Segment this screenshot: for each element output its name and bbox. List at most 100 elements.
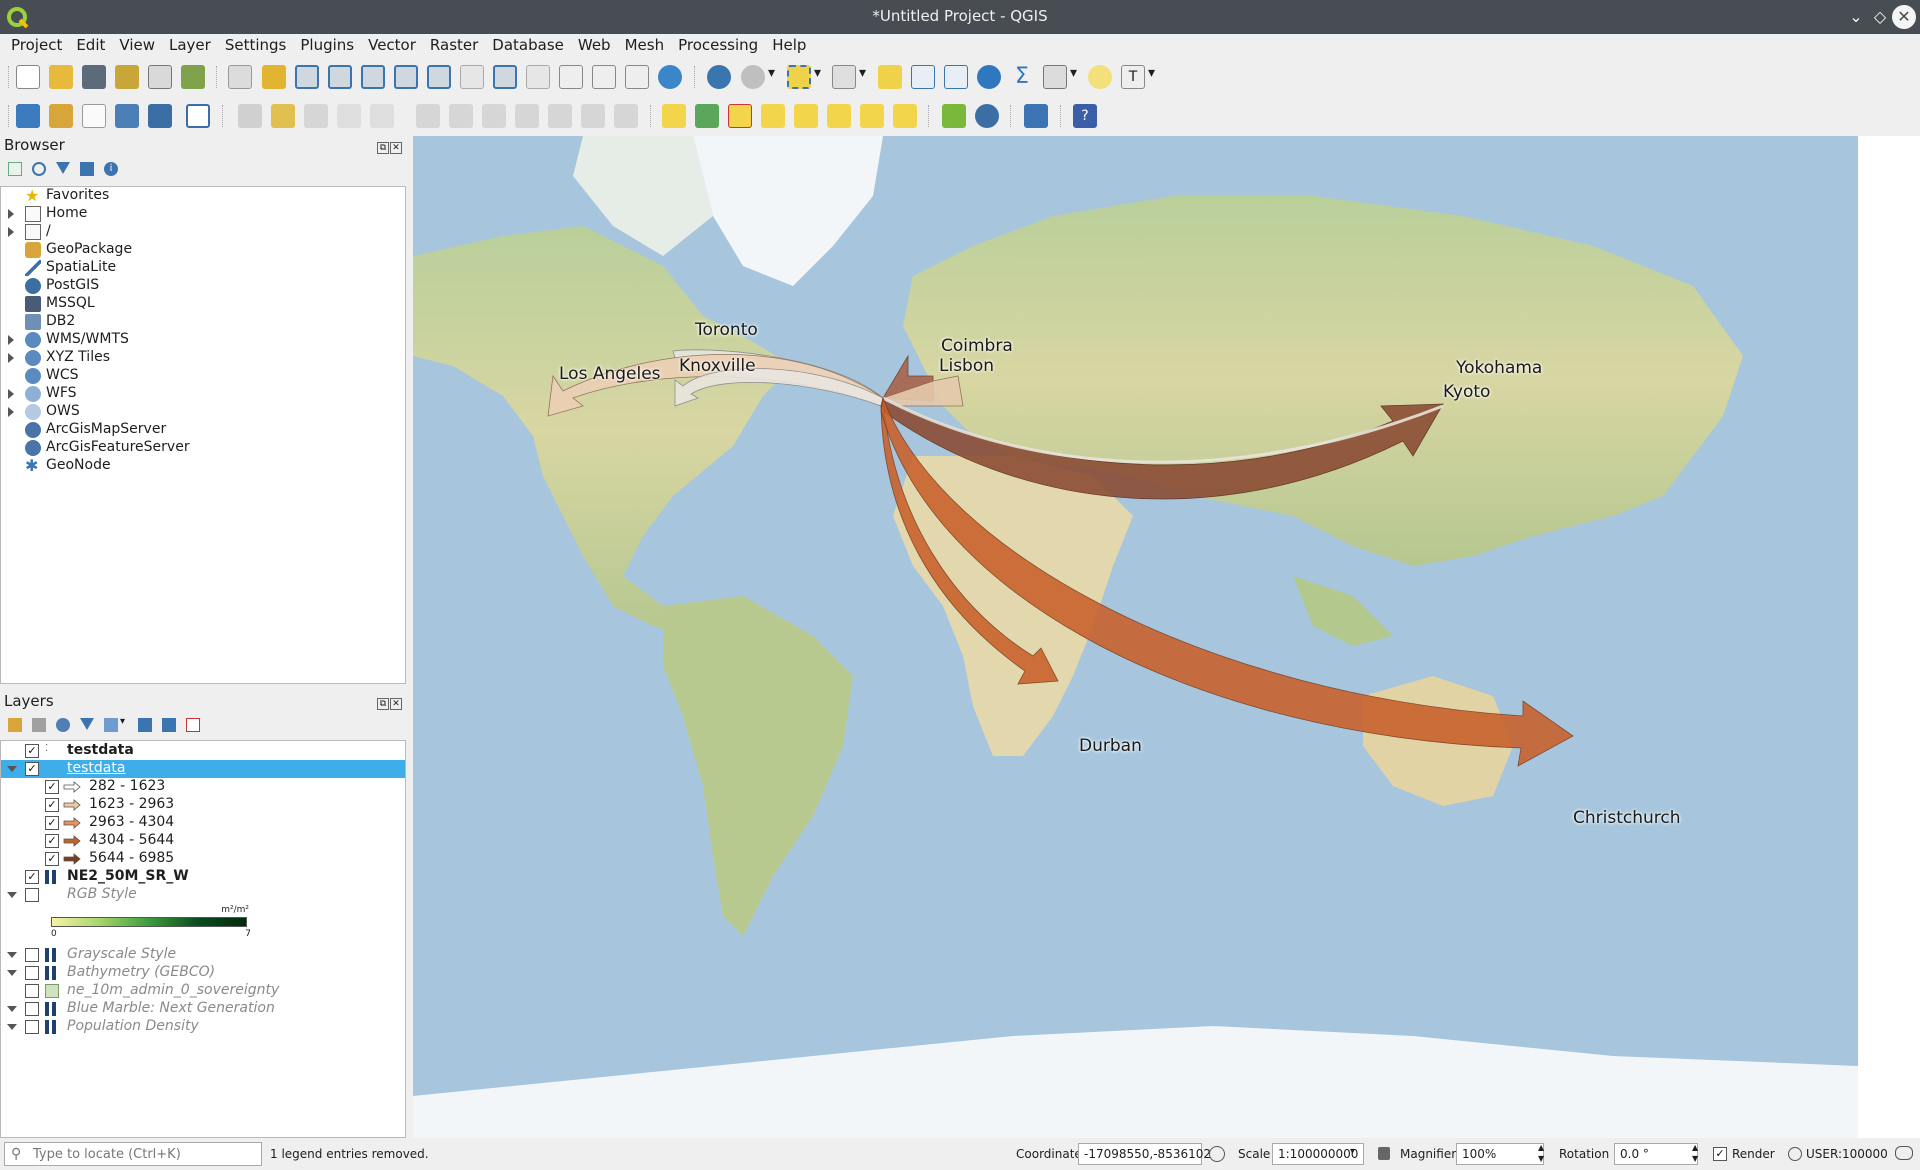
menu-database[interactable]: Database	[485, 34, 571, 58]
class-visibility-checkbox[interactable]: ✓	[45, 852, 59, 866]
zoom-selection-icon[interactable]	[394, 65, 418, 89]
zoom-layer-icon[interactable]	[427, 65, 451, 89]
properties-info-icon[interactable]: i	[104, 162, 118, 176]
menu-mesh[interactable]: Mesh	[618, 34, 672, 58]
expand-arrow-icon[interactable]	[8, 335, 14, 345]
processing-toolbox-icon[interactable]	[977, 65, 1001, 89]
expand-arrow-icon[interactable]	[8, 389, 14, 399]
change-label-icon[interactable]	[893, 104, 917, 128]
scale-dropdown-icon[interactable]: ▾	[1350, 1146, 1355, 1157]
class-visibility-checkbox[interactable]: ✓	[45, 798, 59, 812]
menu-help[interactable]: Help	[765, 34, 813, 58]
collapse-arrow-icon[interactable]	[7, 970, 17, 976]
legend-class-3[interactable]: ✓ 2963 - 4304	[1, 814, 405, 832]
vertex-tool-icon[interactable]	[370, 104, 394, 128]
undo-icon[interactable]	[581, 104, 605, 128]
zoom-out-icon[interactable]	[328, 65, 352, 89]
pan-to-selection-icon[interactable]	[262, 65, 286, 89]
new-project-icon[interactable]	[16, 65, 40, 89]
annotation-dropdown-icon[interactable]: ▾	[1148, 65, 1158, 89]
menu-view[interactable]: View	[112, 34, 162, 58]
new-geopackage-layer-icon[interactable]	[49, 104, 73, 128]
select-by-value-dropdown-icon[interactable]: ▾	[859, 65, 869, 89]
expand-arrow-icon[interactable]	[8, 227, 14, 237]
crs-label[interactable]: USER:100000	[1806, 1147, 1888, 1161]
menu-layer[interactable]: Layer	[162, 34, 218, 58]
maximize-icon[interactable]: ◇	[1868, 5, 1892, 29]
layer-visibility-checkbox[interactable]	[25, 888, 39, 902]
collapse-arrow-icon[interactable]	[7, 1006, 17, 1012]
menu-plugins[interactable]: Plugins	[293, 34, 361, 58]
browser-item-postgis[interactable]: PostGIS	[1, 277, 405, 295]
data-source-manager-icon[interactable]	[16, 104, 40, 128]
cut-features-icon[interactable]	[482, 104, 506, 128]
field-calculator-icon[interactable]	[944, 65, 968, 89]
layer-population-density[interactable]: Population Density	[1, 1018, 405, 1036]
zoom-in-icon[interactable]	[295, 65, 319, 89]
filter-expression-icon[interactable]	[104, 718, 118, 732]
python-console-icon[interactable]	[1024, 104, 1048, 128]
layer-ne2-50m[interactable]: ✓ NE2_50M_SR_W	[1, 868, 405, 886]
filter-browser-icon[interactable]	[56, 162, 70, 174]
browser-item-geopackage[interactable]: GeoPackage	[1, 241, 405, 259]
select-features-icon[interactable]	[787, 65, 811, 89]
layer-visibility-checkbox[interactable]	[25, 966, 39, 980]
new-virtual-layer-icon[interactable]	[186, 104, 210, 128]
remove-layer-icon[interactable]	[186, 718, 200, 732]
layer-visibility-checkbox[interactable]: ✓	[25, 744, 39, 758]
magnifier-field[interactable]: 100%	[1456, 1143, 1544, 1165]
collapse-all-icon[interactable]	[162, 718, 176, 732]
zoom-last-icon[interactable]	[493, 65, 517, 89]
layer-grayscale-style[interactable]: Grayscale Style	[1, 946, 405, 964]
expand-all-icon[interactable]	[138, 718, 152, 732]
collapse-all-icon[interactable]	[80, 162, 94, 176]
new-map-view-icon[interactable]	[559, 65, 583, 89]
delete-selected-icon[interactable]	[449, 104, 473, 128]
style-panel-icon[interactable]	[8, 718, 22, 732]
metasearch-icon[interactable]	[975, 104, 999, 128]
layer-admin-sovereignty[interactable]: ne_10m_admin_0_sovereignty	[1, 982, 405, 1000]
rotate-label-icon[interactable]	[860, 104, 884, 128]
layer-visibility-checkbox[interactable]	[25, 948, 39, 962]
rotation-field[interactable]: 0.0 °	[1614, 1143, 1698, 1165]
save-edits-icon[interactable]	[304, 104, 328, 128]
crs-globe-icon[interactable]	[1788, 1147, 1802, 1161]
toggle-extents-icon[interactable]	[1209, 1146, 1225, 1162]
browser-item-favorites[interactable]: ★ Favorites	[1, 187, 405, 205]
locator-input[interactable]: ⚲ Type to locate (Ctrl+K)	[4, 1142, 262, 1166]
copy-features-icon[interactable]	[515, 104, 539, 128]
map-tips-icon[interactable]	[1088, 65, 1112, 89]
browser-item-db2[interactable]: DB2	[1, 313, 405, 331]
redo-icon[interactable]	[614, 104, 638, 128]
browser-item-wcs[interactable]: WCS	[1, 367, 405, 385]
browser-item-spatialite[interactable]: SpatiaLite	[1, 259, 405, 277]
add-selected-icon[interactable]	[8, 162, 22, 176]
toggle-editing-icon[interactable]	[271, 104, 295, 128]
filter-dropdown-icon[interactable]: ▾	[120, 716, 125, 727]
menu-processing[interactable]: Processing	[671, 34, 765, 58]
save-as-icon[interactable]	[115, 65, 139, 89]
print-layout-icon[interactable]	[148, 65, 172, 89]
legend-class-1[interactable]: ✓ 282 - 1623	[1, 778, 405, 796]
layer-rgb-style[interactable]: RGB Style	[1, 886, 405, 904]
zoom-full-icon[interactable]	[361, 65, 385, 89]
layer-visibility-checkbox[interactable]: ✓	[25, 762, 39, 776]
new-temporary-layer-icon[interactable]	[148, 104, 172, 128]
statistical-summary-icon[interactable]: Σ	[1010, 65, 1034, 89]
move-label-icon[interactable]	[827, 104, 851, 128]
layer-visibility-checkbox[interactable]	[25, 1002, 39, 1016]
menu-web[interactable]: Web	[571, 34, 618, 58]
deselect-all-icon[interactable]	[878, 65, 902, 89]
browser-item-geonode[interactable]: ✱ GeoNode	[1, 457, 405, 475]
zoom-next-icon[interactable]	[526, 65, 550, 89]
collapse-arrow-icon[interactable]	[7, 1024, 17, 1030]
refresh-icon[interactable]	[658, 65, 682, 89]
browser-item-home[interactable]: Home	[1, 205, 405, 223]
expand-arrow-icon[interactable]	[8, 353, 14, 363]
open-project-icon[interactable]	[49, 65, 73, 89]
save-project-icon[interactable]	[82, 65, 106, 89]
refresh-browser-icon[interactable]	[32, 162, 46, 176]
run-action-dropdown-icon[interactable]: ▾	[768, 65, 778, 89]
minimize-icon[interactable]: ⌄	[1844, 5, 1868, 29]
browser-item-wfs[interactable]: WFS	[1, 385, 405, 403]
